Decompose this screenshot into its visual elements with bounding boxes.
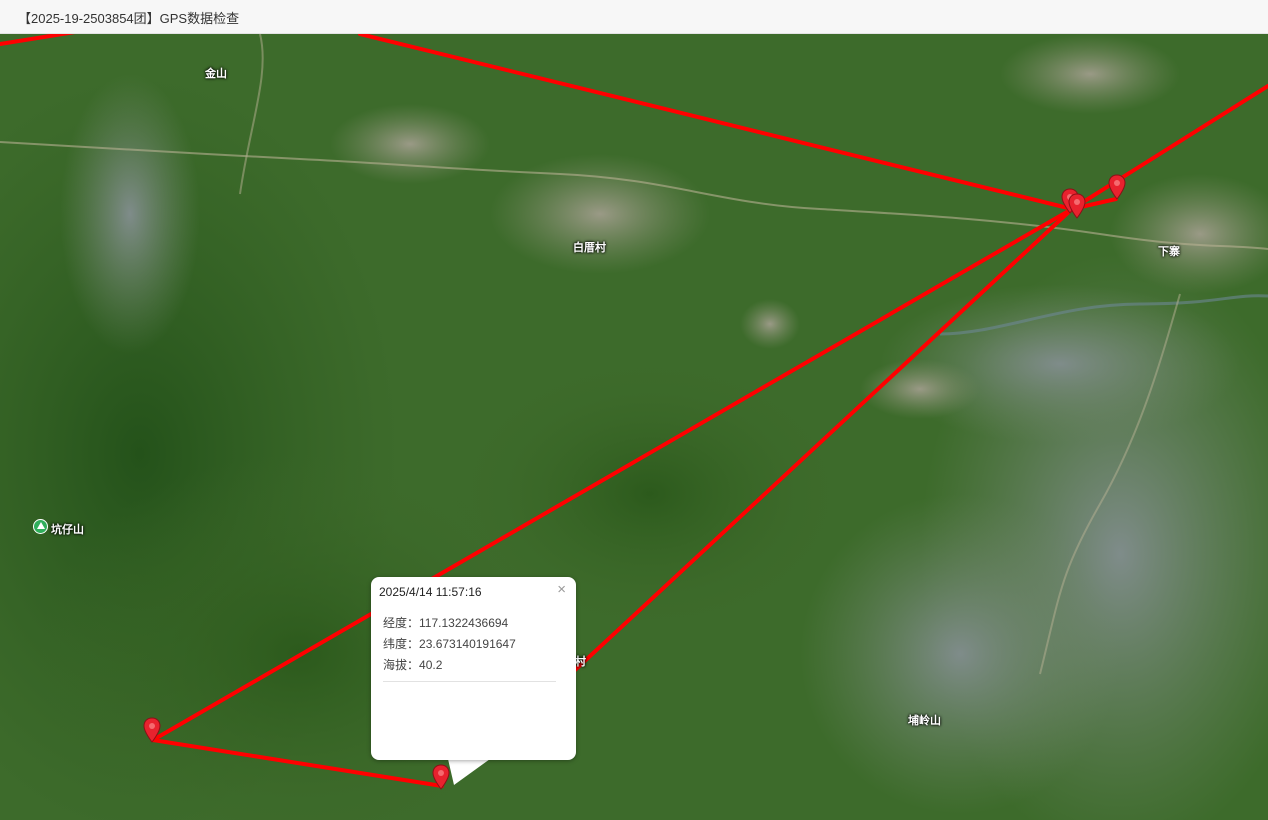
place-label-xiazhai: 下寨 [1158,246,1180,258]
map-pin-icon[interactable] [1108,174,1126,200]
satellite-imagery [0,34,1268,820]
map-pin-icon[interactable] [1068,193,1086,219]
latitude-label: 纬度： [383,637,420,651]
altitude-label: 海拔： [383,658,420,672]
map-pin-icon[interactable] [143,717,161,743]
place-label-baicuocun: 白厝村 [573,242,606,254]
place-label-cun: 村 [575,656,586,668]
latitude-value: 23.673140191647 [419,637,516,651]
place-label-pulingshan: 埔岭山 [908,715,941,727]
close-icon[interactable]: × [557,582,566,598]
longitude-row: 经度：117.1322436694 [383,614,508,631]
popup-divider [383,681,556,682]
altitude-value: 40.2 [419,658,443,672]
altitude-row: 海拔：40.2 [383,656,442,673]
longitude-label: 经度： [383,616,420,630]
popup-pointer [448,759,490,785]
place-label-jinshan: 金山 [205,68,227,80]
popup-title: 2025/4/14 11:57:16 [379,585,482,599]
latitude-row: 纬度：23.673140191647 [383,635,516,652]
title-bar: 【2025-19-2503854团】GPS数据检查 [0,0,1268,34]
place-label-kengzaishan: 坑仔山 [51,524,84,536]
page-title: 【2025-19-2503854团】GPS数据检查 [18,11,240,26]
info-window: 2025/4/14 11:57:16 × 经度：117.1322436694 纬… [371,577,576,760]
mountain-peak-icon [33,519,48,534]
map-view[interactable]: 金山 白厝村 下寨 坑仔山 村 埔岭山 2025/4/14 11:57:16 ×… [0,34,1268,820]
longitude-value: 117.1322436694 [419,616,509,630]
